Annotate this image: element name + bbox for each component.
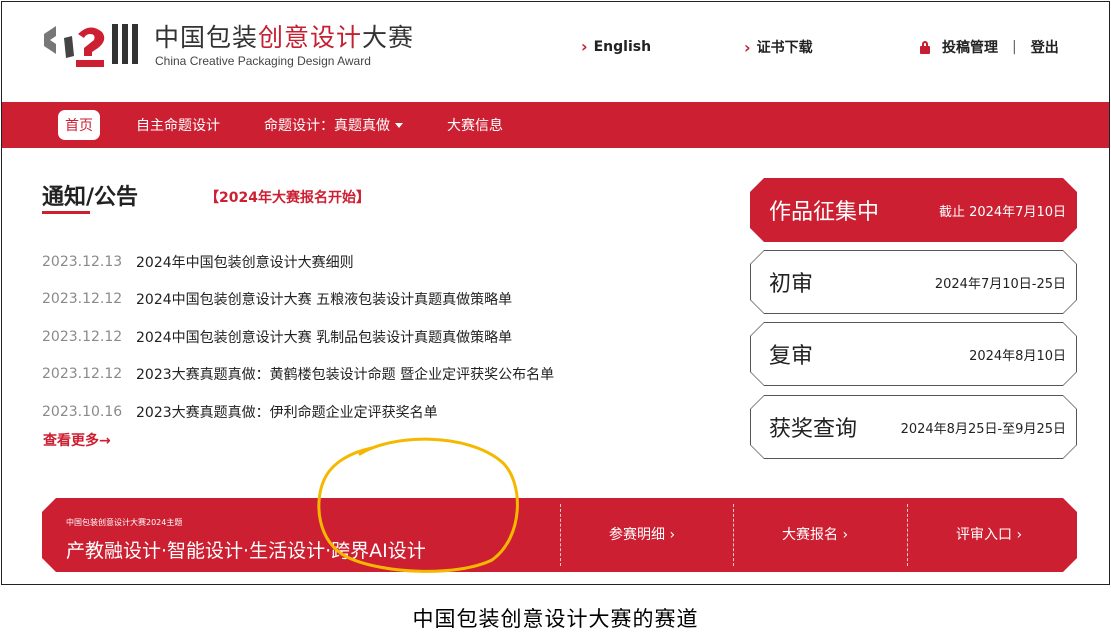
main-nav: 首页 自主命题设计 命题设计：真题真做 大赛信息 <box>2 102 1109 148</box>
brand-title-part2: 大赛 <box>362 23 415 52</box>
chevron-right-icon: › <box>744 37 751 57</box>
list-item[interactable]: 2023.12.12 2024中国包装创意设计大赛 五粮液包装设计真题真做策略单 <box>42 281 702 319</box>
banner-subtitle: 中国包装创意设计大赛2024主题 <box>66 518 183 527</box>
brand-title-part1: 中国包装 <box>154 23 259 52</box>
brand-title-highlight: 创意设计 <box>258 23 363 52</box>
user-actions: 投稿管理 | 登出 <box>920 37 1059 57</box>
divider <box>907 504 908 566</box>
notice-title[interactable]: 2024中国包装创意设计大赛 五粮液包装设计真题真做策略单 <box>136 289 512 309</box>
figure-caption: 中国包装创意设计大赛的赛道 <box>412 607 699 631</box>
theme-banner: 中国包装创意设计大赛2024主题 产教融设计·智能设计·生活设计·跨界AI设计 … <box>42 498 1077 572</box>
notice-section-title: 通知/公告 <box>42 185 139 210</box>
english-link[interactable]: › English <box>581 37 651 56</box>
site-header: 中国包装创意设计大赛 China Creative Packaging Desi… <box>2 2 1109 102</box>
register-link[interactable]: 大赛报名 › <box>782 524 848 544</box>
english-link-label: English <box>593 38 652 55</box>
stage-name: 初审 <box>769 272 814 297</box>
chevron-right-icon: › <box>581 37 588 56</box>
title-underline <box>42 211 90 214</box>
stage-date: 2024年8月25日-至9月25日 <box>900 421 1066 437</box>
logout-link[interactable]: 登出 <box>1031 37 1059 57</box>
stage-name: 作品征集中 <box>769 200 880 225</box>
entry-details-link[interactable]: 参赛明细 › <box>609 524 675 544</box>
notice-title[interactable]: 2023大赛真题真做：伊利命题企业定评获奖名单 <box>136 402 438 422</box>
separator: | <box>1012 39 1017 55</box>
stage-date: 2024年8月10日 <box>969 348 1066 364</box>
certificate-download-label: 证书下载 <box>756 40 813 56</box>
notice-date: 2023.12.12 <box>42 291 123 308</box>
nav-item-proposition-label: 命题设计：真题真做 <box>264 118 390 134</box>
notice-title[interactable]: 2023大赛真题真做：黄鹤楼包装设计命题 暨企业定评获奖公布名单 <box>136 364 554 384</box>
certificate-download-link[interactable]: › 证书下载 <box>744 37 813 57</box>
lock-icon <box>920 40 930 54</box>
nav-item-self-topic[interactable]: 自主命题设计 <box>136 115 220 135</box>
submission-management-link[interactable]: 投稿管理 <box>942 37 998 57</box>
stage-card-collecting[interactable]: 作品征集中 截止 2024年7月10日 <box>750 178 1077 242</box>
stage-date: 2024年7月10日-25日 <box>934 276 1066 292</box>
stage-card-preliminary[interactable]: 初审 2024年7月10日-25日 <box>750 250 1077 314</box>
notice-title[interactable]: 2024年中国包装创意设计大赛细则 <box>136 252 354 272</box>
list-item[interactable]: 2023.10.16 2023大赛真题真做：伊利命题企业定评获奖名单 <box>42 393 702 431</box>
nav-item-home[interactable]: 首页 <box>58 110 100 140</box>
notice-title[interactable]: 2024中国包装创意设计大赛 乳制品包装设计真题真做策略单 <box>136 327 512 347</box>
stage-name: 复审 <box>769 344 814 369</box>
nav-item-competition-info[interactable]: 大赛信息 <box>447 115 503 135</box>
caret-down-icon <box>395 122 403 128</box>
list-item[interactable]: 2023.12.13 2024年中国包装创意设计大赛细则 <box>42 243 702 281</box>
stage-date: 截止 2024年7月10日 <box>938 204 1066 220</box>
registration-open-link[interactable]: 【2024年大赛报名开始】 <box>205 187 370 207</box>
competition-logo-icon[interactable] <box>42 20 140 68</box>
notice-date: 2023.12.12 <box>42 366 123 383</box>
stage-name: 获奖查询 <box>769 417 858 442</box>
view-more-link[interactable]: 查看更多→ <box>43 430 111 450</box>
divider <box>733 504 734 566</box>
notice-date: 2023.12.13 <box>42 253 123 270</box>
list-item[interactable]: 2023.12.12 2023大赛真题真做：黄鹤楼包装设计命题 暨企业定评获奖公… <box>42 356 702 394</box>
list-item[interactable]: 2023.12.12 2024中国包装创意设计大赛 乳制品包装设计真题真做策略单 <box>42 318 702 356</box>
stage-card-award-lookup[interactable]: 获奖查询 2024年8月25日-至9月25日 <box>750 395 1077 459</box>
webpage-screenshot: 中国包装创意设计大赛 China Creative Packaging Desi… <box>1 1 1110 585</box>
divider <box>560 504 561 566</box>
brand-subtitle: China Creative Packaging Design Award <box>155 54 371 68</box>
review-entry-link[interactable]: 评审入口 › <box>956 524 1022 544</box>
notice-date: 2023.12.12 <box>42 328 123 345</box>
notice-list: 2023.12.13 2024年中国包装创意设计大赛细则 2023.12.12 … <box>42 243 702 431</box>
stage-card-second-review[interactable]: 复审 2024年8月10日 <box>750 322 1077 386</box>
nav-item-proposition-design[interactable]: 命题设计：真题真做 <box>264 115 403 135</box>
notice-date: 2023.10.16 <box>42 403 123 420</box>
banner-theme-text: 产教融设计·智能设计·生活设计·跨界AI设计 <box>66 540 426 562</box>
brand-title[interactable]: 中国包装创意设计大赛 <box>154 18 414 54</box>
